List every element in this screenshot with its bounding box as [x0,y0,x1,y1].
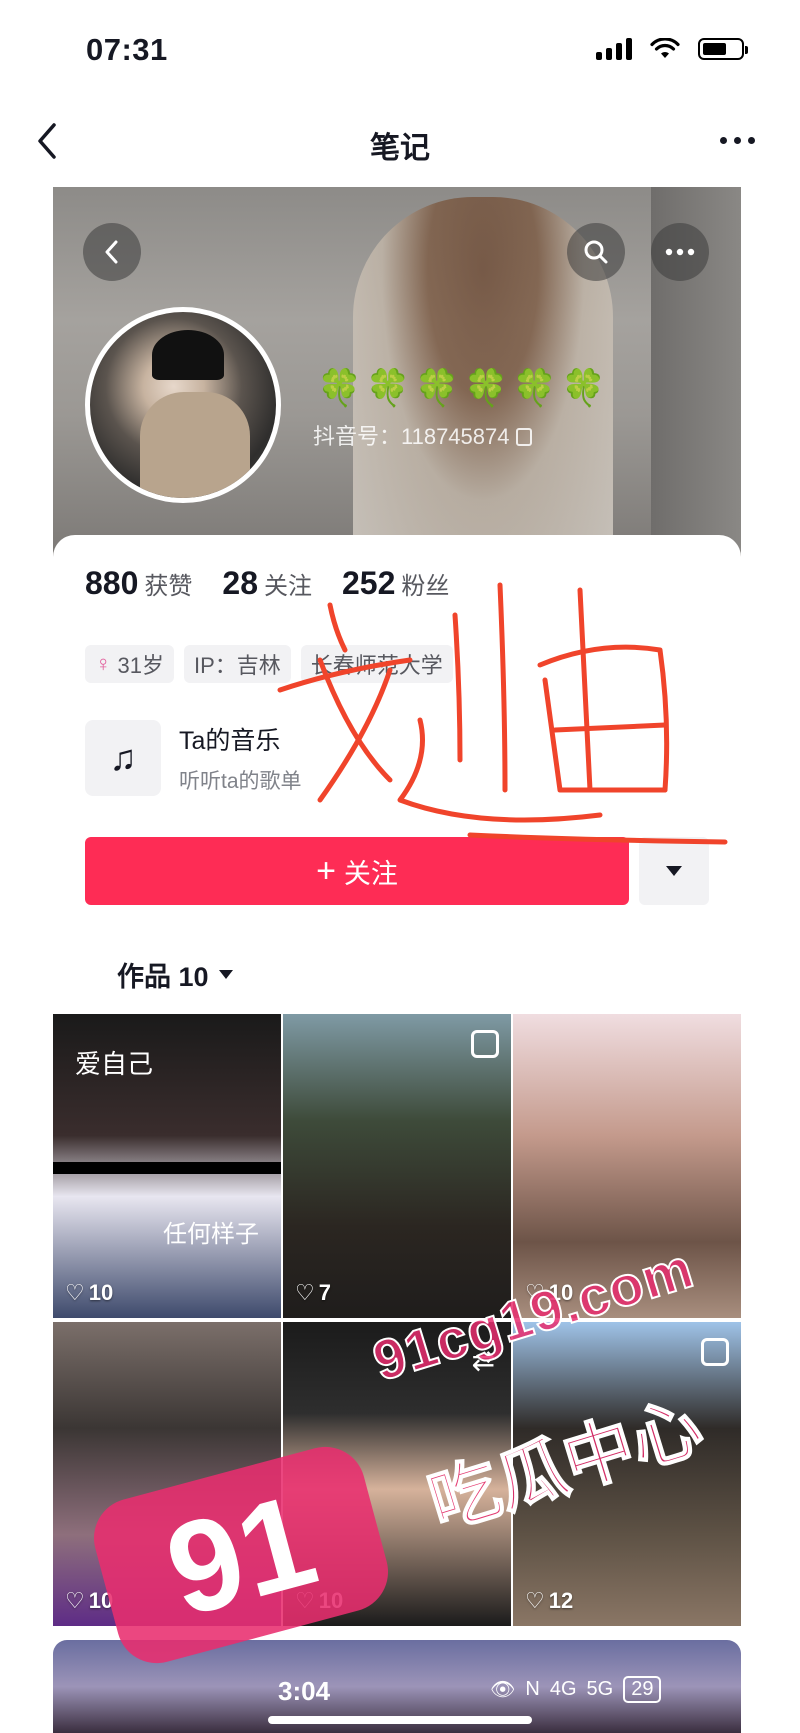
stat-following-value: 28 [222,565,258,601]
stats-row: 880 获赞 28 关注 252 粉丝 [85,565,449,602]
school-tag[interactable]: 长春师范大学 [300,645,453,683]
age-tag: ♀ 31岁 [85,645,174,683]
search-button[interactable] [567,223,625,281]
ip-tag: IP：吉林 [183,645,291,683]
tab-works[interactable]: 作品 10 [117,955,233,994]
work-overlay-text: 爱自己 [75,1050,154,1080]
like-count: ♡10 [65,1280,113,1306]
female-icon: ♀ [95,651,112,676]
work-overlay-text: 任何样子 [163,1220,259,1248]
cover-back-button[interactable] [83,223,141,281]
avatar[interactable] [85,307,281,503]
copy-icon[interactable] [515,428,532,446]
follow-label: 关注 [343,858,398,889]
music-subtitle: 听听ta的歌单 [179,770,302,793]
multi-image-icon [471,1030,499,1058]
heart-icon: ♡ [295,1280,315,1305]
like-count: ♡ 12 [525,1588,573,1614]
avatar-body [140,392,250,498]
plus-icon: + [316,852,336,890]
nickname-clovers: 🍀🍀🍀🍀🍀🍀 [317,367,610,408]
profile-tags: ♀ 31岁 IP：吉林 长春师范大学 [85,645,453,683]
music-note-icon: ♫ [85,720,161,796]
cellular-signal-icon [596,38,632,60]
stat-followers[interactable]: 252 粉丝 [342,565,449,602]
more-options-icon[interactable] [720,125,764,155]
page-title: 笔记 [370,132,430,165]
douyin-id-text: 抖音号：118745874 [313,424,510,449]
stat-following[interactable]: 28 关注 [222,565,312,602]
collage-divider [53,1162,281,1174]
music-title: Ta的音乐 [179,727,281,755]
douyin-id: 抖音号：118745874 [313,419,532,451]
stat-followers-label: 粉丝 [401,573,450,600]
stat-likes-label: 获赞 [144,573,193,600]
like-count-value: 12 [548,1588,574,1613]
follow-button[interactable]: + 关注 [85,837,629,905]
caret-down-icon [666,866,682,876]
search-icon [584,240,608,264]
work-item[interactable]: 爱自己 任何样子 ♡ 10 [53,1014,281,1318]
overlay-status-icons: 👁 N 4G 5G 29 [490,1676,662,1703]
work-item[interactable]: ♡ 7 [283,1014,511,1318]
stat-likes-value: 880 [85,565,139,601]
wifi-icon [650,38,680,58]
like-count-value: 7 [318,1280,331,1305]
multi-image-icon [701,1338,729,1366]
battery-fill [703,43,726,55]
nav-bar: 笔记 [0,105,800,180]
back-chevron-icon [105,240,118,264]
follow-dropdown-button[interactable] [639,837,709,905]
profile-info-card: 880 获赞 28 关注 252 粉丝 ♀ 31岁 IP：吉林 长春师范大学 ♫ Ta的… [53,535,741,955]
status-time: 07:31 [86,32,168,67]
works-tab-label: 作品 10 [117,962,209,992]
battery-icon [698,38,748,60]
network-5g: 5G [586,1678,614,1700]
heart-icon: ♡ [525,1588,545,1613]
status-icons [596,38,748,60]
profile-cover: 🍀🍀🍀🍀🍀🍀 抖音号：118745874 [53,187,741,567]
network-4g: 4G [549,1678,577,1700]
stat-following-label: 关注 [263,573,312,600]
home-indicator [268,1716,532,1724]
age-text: 31岁 [117,653,164,678]
status-bar: 07:31 [0,0,800,100]
like-count-value: 10 [88,1280,114,1305]
caret-down-icon [218,970,233,979]
heart-icon: ♡ [65,1280,85,1305]
music-entry[interactable]: ♫ Ta的音乐 听听ta的歌单 [85,720,302,796]
cover-more-button[interactable] [651,223,709,281]
avatar-hat [152,330,224,380]
overlay-status-time: 3:04 [278,1676,331,1706]
more-dots-icon [665,248,695,256]
heart-icon: ♡ [65,1588,85,1613]
stat-likes[interactable]: 880 获赞 [85,565,192,602]
music-text: Ta的音乐 听听ta的歌单 [179,721,302,795]
stat-followers-value: 252 [341,565,396,601]
eye-icon: 👁 [490,1679,516,1701]
overlay-battery: 29 [623,1676,662,1703]
nfc-icon: N [525,1678,540,1700]
like-count: ♡ 7 [295,1280,331,1306]
